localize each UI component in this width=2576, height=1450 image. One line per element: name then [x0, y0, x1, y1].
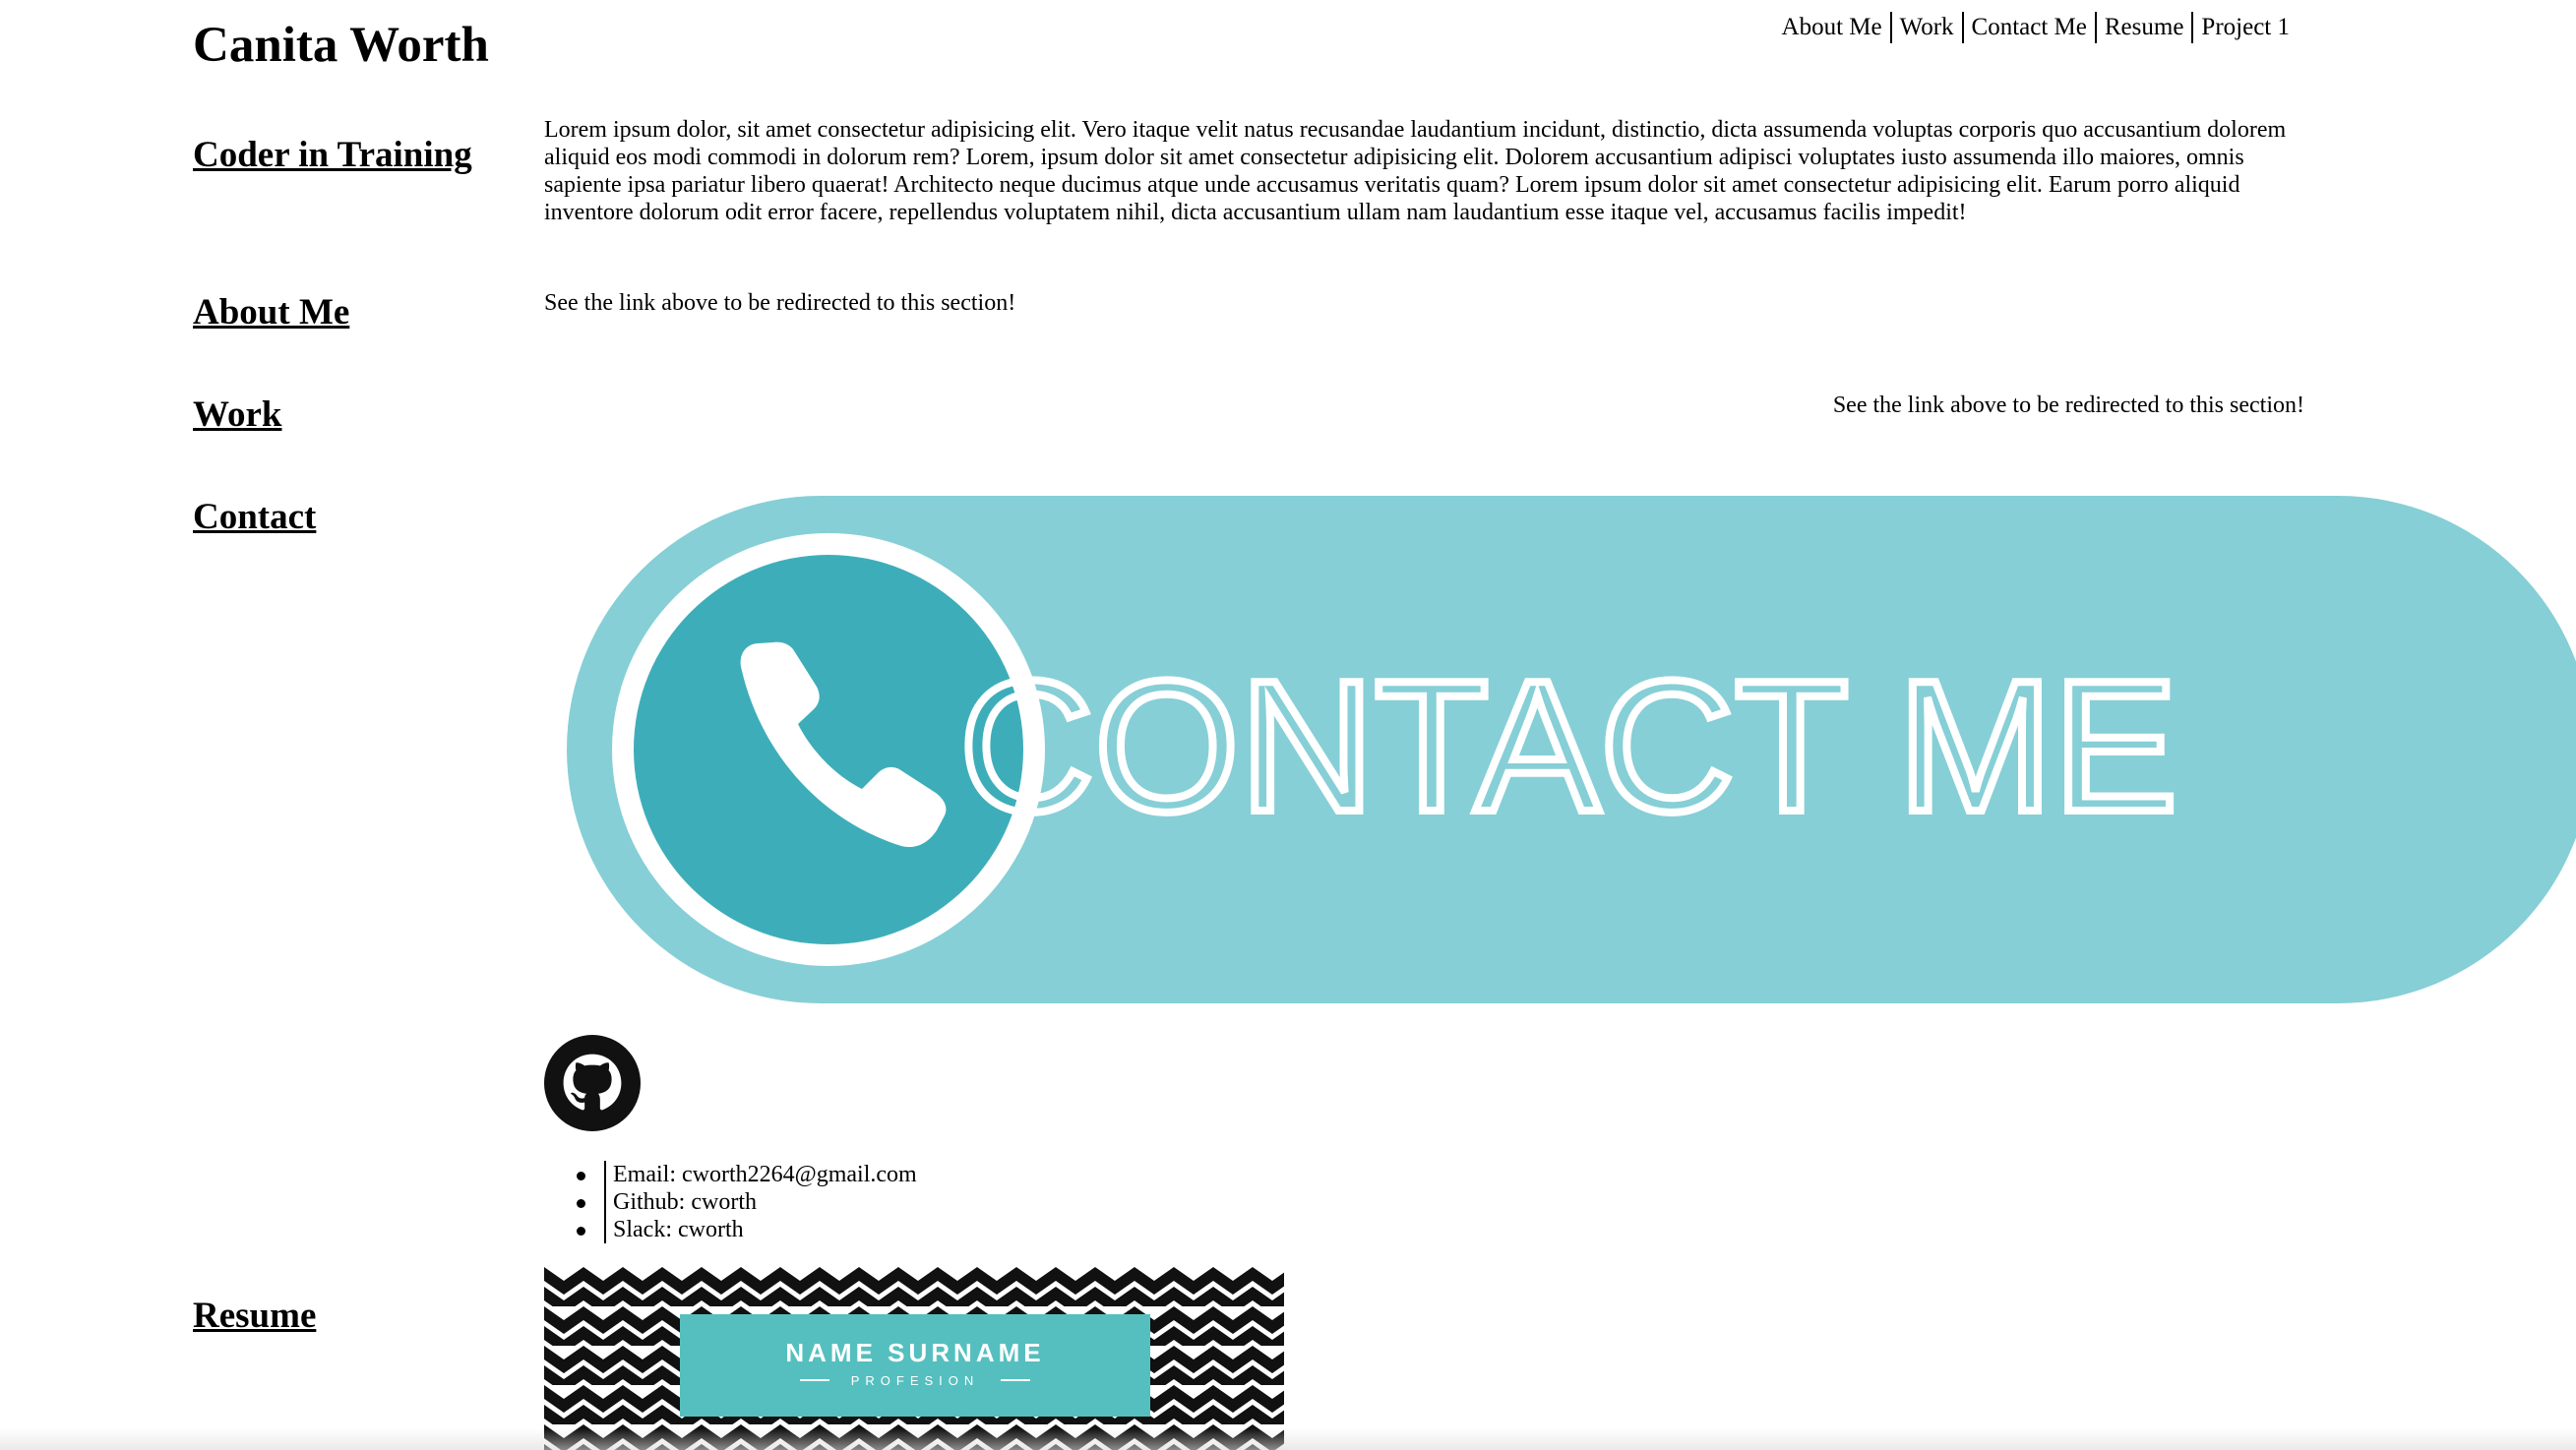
- resume-card-graphic: NAME SURNAME PROFESION: [544, 1267, 1284, 1450]
- contact-email[interactable]: Email: cworth2264@gmail.com: [544, 1161, 917, 1188]
- contact-banner-text: CONTACT ME: [959, 642, 2178, 851]
- contact-heading: Contact: [193, 497, 317, 537]
- site-title: Canita Worth: [193, 18, 489, 73]
- contact-github[interactable]: Github: cworth: [544, 1188, 917, 1216]
- contact-me-banner: CONTACT ME: [567, 496, 2576, 1003]
- nav-link-contact-me[interactable]: Contact Me: [1961, 12, 2095, 43]
- resume-heading: Resume: [193, 1296, 317, 1336]
- nav-link-work[interactable]: Work: [1889, 12, 1962, 43]
- about-text: See the link above to be redirected to t…: [544, 290, 1016, 316]
- window-bottom-fade: [0, 1428, 2576, 1450]
- nav-link-about-me[interactable]: About Me: [1774, 12, 1890, 43]
- intro-heading: Coder in Training: [193, 135, 472, 175]
- contact-banner-graphic: CONTACT ME: [567, 496, 2576, 1003]
- resume-card-subtitle: PROFESION: [851, 1373, 980, 1388]
- contact-slack[interactable]: Slack: cworth: [544, 1216, 917, 1243]
- intro-text: Lorem ipsum dolor, sit amet consectetur …: [544, 117, 2287, 225]
- resume-card-name: NAME SURNAME: [785, 1338, 1044, 1367]
- work-text: See the link above to be redirected to t…: [1832, 393, 2304, 418]
- contact-list: Email: cworth2264@gmail.com Github: cwor…: [544, 1161, 917, 1243]
- about-heading: About Me: [193, 292, 350, 332]
- resume-card-image: NAME SURNAME PROFESION: [544, 1267, 1284, 1450]
- nav-link-project-1[interactable]: Project 1: [2191, 12, 2298, 43]
- github-icon[interactable]: [544, 1035, 641, 1131]
- work-heading: Work: [193, 394, 282, 435]
- top-nav: About Me Work Contact Me Resume Project …: [1774, 12, 2298, 43]
- nav-link-resume[interactable]: Resume: [2094, 12, 2192, 43]
